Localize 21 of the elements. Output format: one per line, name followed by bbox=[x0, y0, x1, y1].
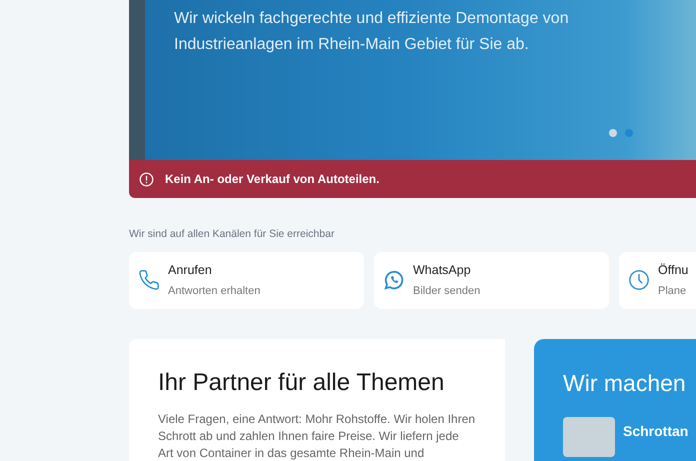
contact-card[interactable]: WhatsApp Bilder senden bbox=[374, 252, 609, 309]
contact-card[interactable]: Anrufen Antworten erhalten bbox=[129, 252, 364, 309]
contact-title: Öffnu bbox=[658, 262, 688, 279]
whatsapp-icon bbox=[383, 269, 405, 292]
contact-intro: Wir sind auf allen Kanälen für Sie erreichbar bbox=[129, 227, 336, 242]
clock-icon bbox=[628, 269, 650, 292]
contact-card[interactable]: Öffnu Plane bbox=[619, 252, 696, 309]
contact-title: WhatsApp bbox=[413, 262, 472, 279]
hero-text: Wir wickeln fachgerechte und effiziente Demontage von Industrieanlagen im Rhein-Main Gebiet für Sie ab. bbox=[174, 9, 570, 55]
service-title: Schrottan bbox=[623, 422, 688, 441]
alert-icon bbox=[139, 172, 154, 186]
contact-title: Anrufen bbox=[168, 262, 213, 279]
partner-text: Viele Fragen, eine Antwort: Mohr Rohstoffe. Wir holen Ihren Schrott ab und zahlen Ihnen faire Preise. Wir liefern jede Art von Container in das gesamte Rhein-Main und bbox=[158, 410, 476, 461]
phone-icon bbox=[138, 269, 160, 292]
notice-text: Kein An- oder Verkauf von Autoteilen. bbox=[165, 171, 380, 188]
contact-subtitle: Antworten erhalten bbox=[168, 284, 260, 300]
services-heading: Wir machen bbox=[563, 368, 687, 397]
photo-placeholder bbox=[563, 416, 615, 457]
partner-heading: Ihr Partner für alle Themen bbox=[158, 368, 446, 397]
contact-subtitle: Bilder senden bbox=[413, 284, 480, 300]
contact-subtitle: Plane bbox=[658, 284, 688, 300]
